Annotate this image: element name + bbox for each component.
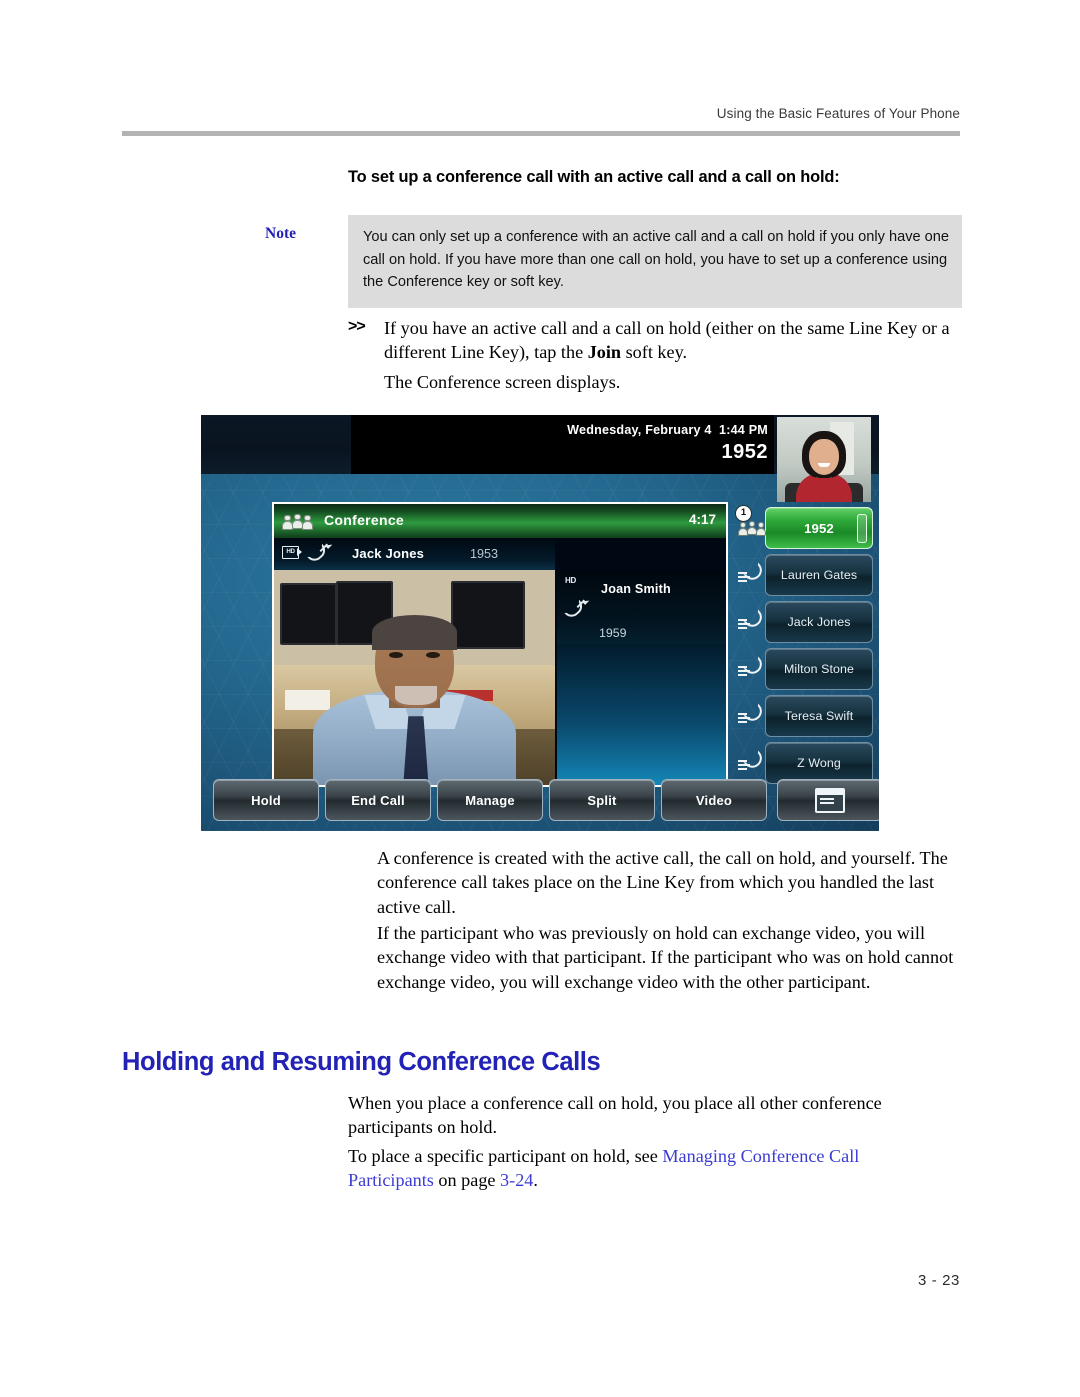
- page-number: 3 - 23: [918, 1272, 960, 1289]
- step-marker: >>: [348, 318, 366, 335]
- held-hd-badge: HD: [565, 576, 576, 585]
- scroll-indicator[interactable]: [857, 514, 867, 543]
- soft-key-more[interactable]: [777, 779, 879, 821]
- section-heading: Holding and Resuming Conference Calls: [122, 1048, 601, 1076]
- far-end-video: [274, 570, 555, 785]
- line-key-icon: [738, 609, 766, 634]
- held-party-name: Joan Smith: [601, 582, 671, 596]
- page-reference-link[interactable]: 3-24: [500, 1170, 533, 1190]
- paragraph-conference-created: A conference is created with the active …: [377, 848, 948, 917]
- soft-key-split[interactable]: Split: [549, 779, 655, 821]
- line-key-jack-jones[interactable]: Jack Jones: [738, 601, 873, 643]
- conference-header-bar: Conference 4:17: [274, 504, 726, 538]
- paragraph-video-exchange: If the participant who was previously on…: [377, 923, 954, 992]
- held-party-extension: 1959: [599, 626, 627, 640]
- xref-before: To place a specific participant on hold,…: [348, 1146, 663, 1166]
- status-datetime: Wednesday, February 4 1:44 PM: [567, 423, 768, 437]
- line-key-label: Z Wong: [797, 756, 841, 770]
- note-label: Note: [265, 225, 296, 242]
- line-key-list: 1 1952 Lauren Gates Jack Jones Milton St…: [735, 505, 873, 789]
- line-key-icon: [738, 562, 766, 587]
- soft-key-video[interactable]: Video: [661, 779, 767, 821]
- hd-video-icon: HD: [282, 544, 302, 559]
- line-key-badge: 1: [735, 505, 752, 522]
- note-text: You can only set up a conference with an…: [363, 229, 950, 290]
- active-party-name: Jack Jones: [352, 546, 425, 561]
- line-key-teresa-swift[interactable]: Teresa Swift: [738, 695, 873, 737]
- line-key-label: Teresa Swift: [784, 709, 854, 723]
- phone-screen-figure: Wednesday, February 4 1:44 PM 1952 Confe…: [201, 415, 879, 831]
- step-result: The Conference screen displays.: [384, 372, 621, 392]
- outgoing-call-icon: [307, 542, 330, 565]
- soft-key-bar: Hold End Call Manage Split Video: [213, 779, 879, 821]
- line-key-icon: [738, 703, 766, 728]
- conference-timer: 4:17: [688, 512, 716, 527]
- active-party-row[interactable]: HD Jack Jones 1953: [274, 538, 555, 570]
- soft-key-manage[interactable]: Manage: [437, 779, 543, 821]
- soft-key-hold[interactable]: Hold: [213, 779, 319, 821]
- paragraph-hold-conference: When you place a conference call on hold…: [348, 1093, 882, 1138]
- status-date: Wednesday, February 4: [567, 423, 712, 437]
- soft-key-end-call[interactable]: End Call: [325, 779, 431, 821]
- xref-end: .: [533, 1170, 538, 1191]
- conference-call-window: Conference 4:17 HD Jack Jones 1953 HD Jo…: [272, 502, 728, 787]
- paragraph-cross-reference: To place a specific participant on hold,…: [348, 1144, 928, 1193]
- note-box: You can only set up a conference with an…: [348, 215, 962, 308]
- line-key-z-wong[interactable]: Z Wong: [738, 742, 873, 784]
- held-party-panel[interactable]: HD Joan Smith 1959: [557, 570, 726, 785]
- status-bar: Wednesday, February 4 1:44 PM 1952: [201, 415, 879, 502]
- conference-icon: [282, 512, 314, 530]
- conference-title: Conference: [324, 512, 405, 528]
- xref-mid: on page: [433, 1170, 501, 1191]
- line-key-icon: [738, 750, 766, 775]
- line-key-icon: [738, 656, 766, 681]
- line-key-milton-stone[interactable]: Milton Stone: [738, 648, 873, 690]
- status-extension: 1952: [721, 441, 768, 463]
- self-view-video: [777, 417, 871, 502]
- running-header: Using the Basic Features of Your Phone: [716, 106, 960, 121]
- procedure-heading: To set up a conference call with an acti…: [348, 168, 840, 186]
- line-key-label: Jack Jones: [787, 615, 851, 629]
- line-key-lauren-gates[interactable]: Lauren Gates: [738, 554, 873, 596]
- line-key-label: Lauren Gates: [780, 568, 858, 582]
- join-softkey-name: Join: [587, 342, 622, 363]
- window-list-icon: [815, 787, 845, 813]
- header-rule: [122, 131, 960, 136]
- active-party-extension: 1953: [470, 547, 499, 561]
- line-key-1952[interactable]: 1 1952: [735, 505, 873, 549]
- status-time: 1:44 PM: [719, 423, 768, 437]
- line-key-label: Milton Stone: [783, 662, 855, 676]
- step-text: If you have an active call and a call on…: [384, 316, 964, 365]
- step-text-after: soft key.: [621, 342, 688, 363]
- held-outgoing-call-icon: [564, 598, 587, 621]
